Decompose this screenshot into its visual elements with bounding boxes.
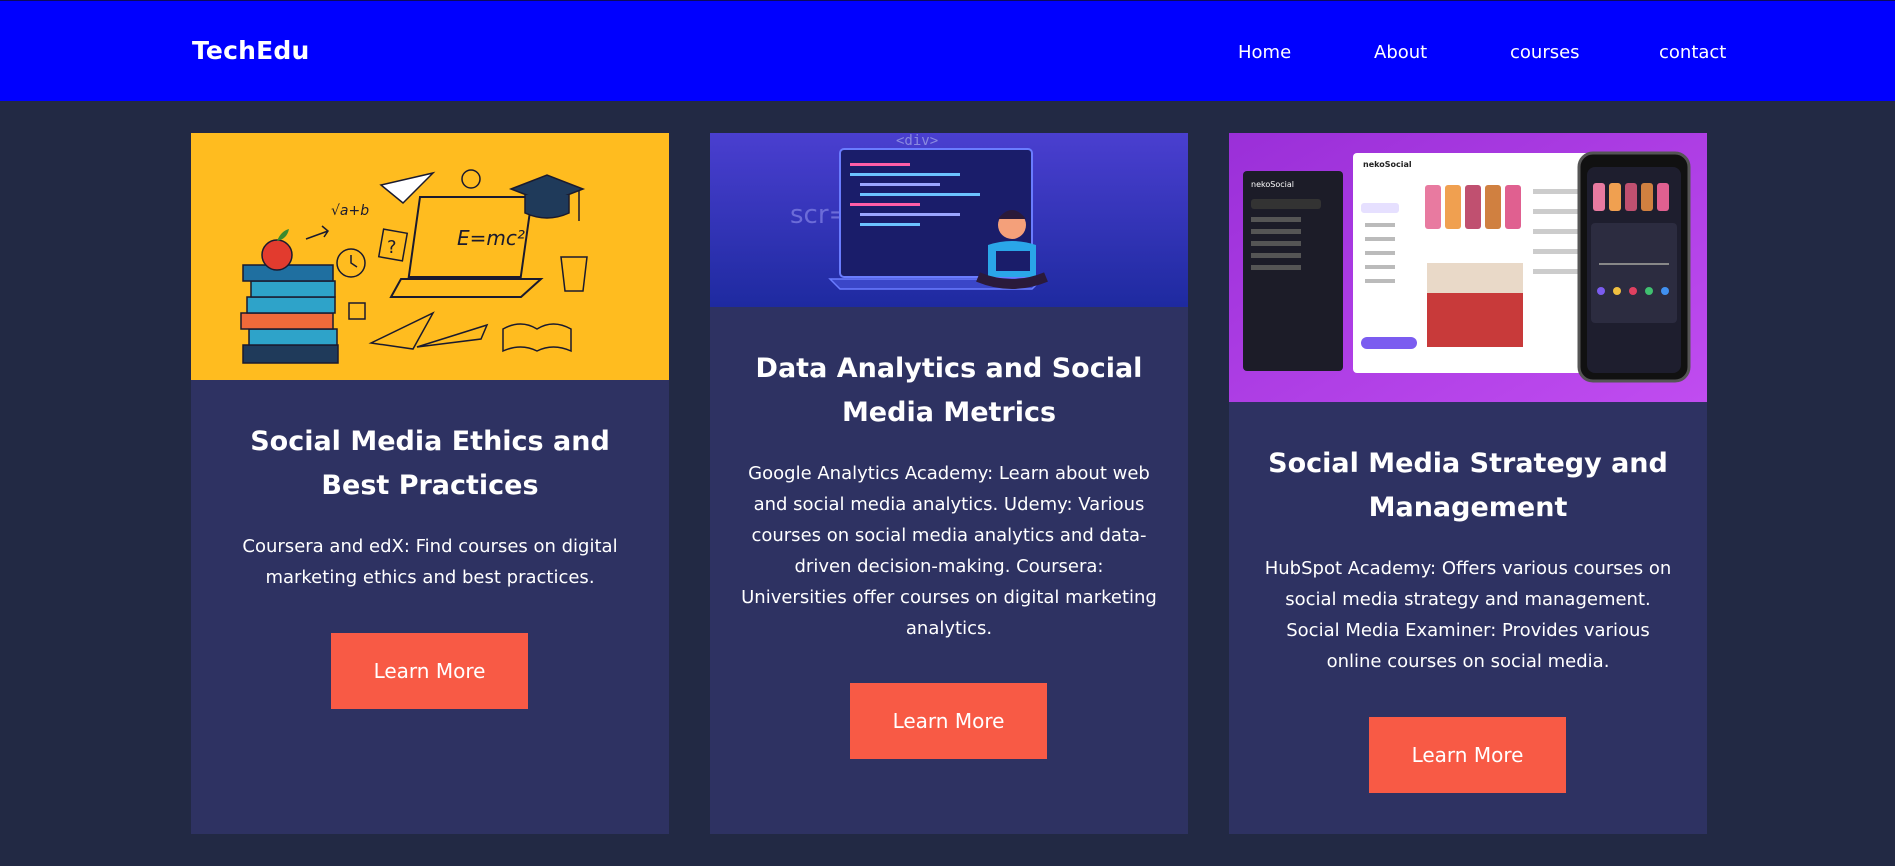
course-card-strategy: nekoSocial nekoSocial Social Media Strat… [1229, 133, 1707, 834]
brand-logo[interactable]: TechEdu [192, 36, 309, 65]
nav-courses[interactable]: courses [1510, 42, 1580, 63]
card-description: HubSpot Academy: Offers various courses … [1264, 558, 1672, 672]
svg-text:√a+b: √a+b [331, 203, 369, 219]
navbar: TechEdu Home About courses contact [0, 0, 1895, 101]
social-app-mockup-icon: nekoSocial nekoSocial [1229, 133, 1707, 402]
nav-home[interactable]: Home [1238, 42, 1291, 63]
card-image-strategy: nekoSocial nekoSocial [1229, 133, 1707, 402]
svg-text:nekoSocial: nekoSocial [1251, 180, 1294, 189]
card-title: Social Media Ethics and Best Practices [250, 426, 610, 501]
card-title: Social Media Strategy and Management [1268, 448, 1668, 523]
svg-text:<div>: <div> [896, 133, 938, 149]
svg-text:?: ? [387, 237, 397, 258]
nav-about[interactable]: About [1374, 42, 1427, 63]
learn-more-button[interactable]: Learn More [850, 683, 1047, 759]
card-description: Coursera and edX: Find courses on digita… [242, 536, 618, 588]
svg-text:nekoSocial: nekoSocial [1363, 160, 1412, 169]
card-image-analytics: <div> scr= [710, 133, 1188, 307]
laptop-coder-illustration-icon: <div> scr= [710, 133, 1188, 307]
learn-more-button[interactable]: Learn More [331, 633, 528, 709]
learn-more-button[interactable]: Learn More [1369, 717, 1566, 793]
nav-contact[interactable]: contact [1659, 42, 1726, 63]
card-description: Google Analytics Academy: Learn about we… [741, 463, 1157, 639]
course-card-ethics: √a+b ? E=mc² Social Media Ethics and Bes… [191, 133, 669, 834]
card-title: Data Analytics and Social Media Metrics [755, 353, 1143, 428]
card-image-ethics: √a+b ? E=mc² [191, 133, 669, 380]
course-card-analytics: <div> scr= Data Analytics and Social Med… [710, 133, 1188, 834]
svg-text:E=mc²: E=mc² [457, 226, 525, 250]
education-illustration-icon: √a+b ? E=mc² [240, 169, 588, 364]
